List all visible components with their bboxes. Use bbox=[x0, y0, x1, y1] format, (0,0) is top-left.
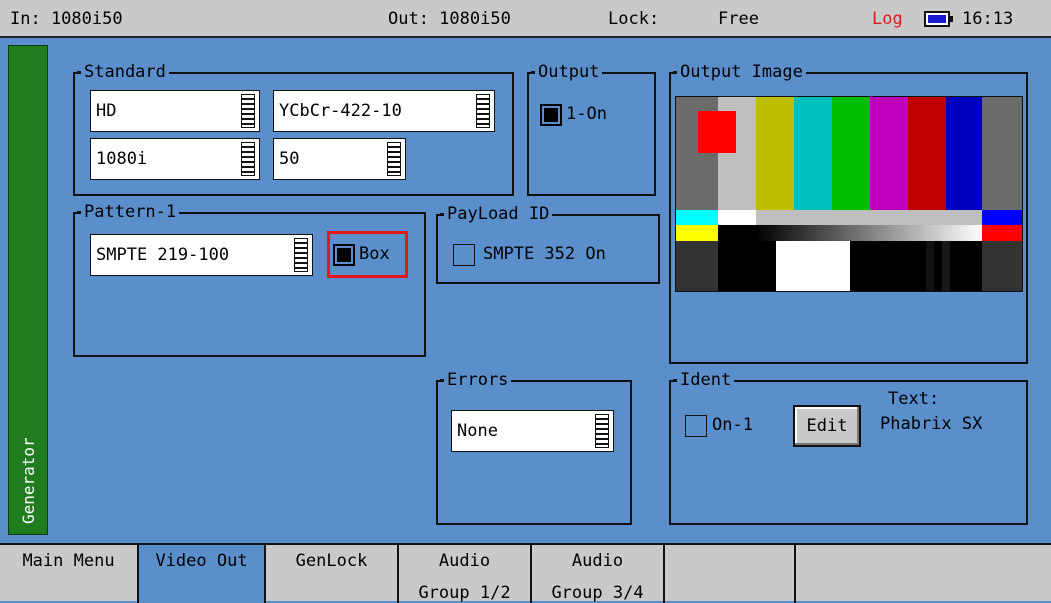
input-format: In: 1080i50 bbox=[10, 9, 123, 29]
errors-title: Errors bbox=[439, 370, 512, 390]
dropdown-grip-icon bbox=[476, 94, 490, 128]
dropdown-grip-icon bbox=[294, 238, 308, 272]
dropdown-grip-icon bbox=[387, 142, 401, 176]
output-format: Out: 1080i50 bbox=[388, 9, 511, 29]
output-group: Output bbox=[527, 62, 656, 196]
tab-audio-group-1-2[interactable]: Audio Group 1/2 bbox=[399, 545, 532, 603]
output-image-title: Output Image bbox=[673, 62, 806, 82]
pattern-title: Pattern-1 bbox=[76, 202, 180, 222]
color-space-select[interactable]: YCbCr-422-10 bbox=[273, 90, 495, 132]
tab-label: Video Out bbox=[155, 551, 248, 571]
battery-icon bbox=[924, 11, 954, 27]
standard-format-value: HD bbox=[96, 101, 117, 121]
color-bars-pattern bbox=[676, 97, 1022, 291]
scan-select[interactable]: 1080i bbox=[90, 138, 260, 180]
tab-label: GenLock bbox=[295, 551, 368, 571]
smpte-352-label: SMPTE 352 On bbox=[483, 244, 606, 264]
box-label: Box bbox=[359, 244, 390, 264]
dropdown-grip-icon bbox=[241, 94, 255, 128]
payload-id-title: PayLoad ID bbox=[439, 204, 553, 224]
clock: 16:13 bbox=[962, 9, 1014, 29]
tab-main-menu[interactable]: Main Menu bbox=[0, 545, 139, 603]
dropdown-grip-icon bbox=[595, 414, 609, 448]
frame-rate-select[interactable]: 50 bbox=[273, 138, 406, 180]
log-indicator[interactable]: Log bbox=[872, 9, 903, 29]
output-enable-label: 1-On bbox=[566, 104, 607, 124]
tab-video-out[interactable]: Video Out bbox=[139, 545, 266, 603]
errors-group: Errors bbox=[436, 370, 632, 525]
standard-title: Standard bbox=[77, 62, 169, 82]
lock-value: Free bbox=[718, 9, 759, 29]
standard-format-select[interactable]: HD bbox=[90, 90, 260, 132]
output-image-preview bbox=[675, 96, 1023, 292]
bottom-tab-bar: Main Menu Video Out GenLock Audio Group … bbox=[0, 543, 1051, 603]
tab-audio-group-3-4[interactable]: Audio Group 3/4 bbox=[532, 545, 665, 603]
dropdown-grip-icon bbox=[241, 142, 255, 176]
status-bar: In: 1080i50 Out: 1080i50 Lock: Free Log … bbox=[0, 0, 1051, 38]
box-checkbox[interactable] bbox=[333, 244, 355, 266]
tab-genlock[interactable]: GenLock bbox=[266, 545, 399, 603]
tab-sublabel: Group 3/4 bbox=[551, 583, 644, 603]
pattern-select[interactable]: SMPTE 219-100 bbox=[90, 234, 313, 276]
output-enable-checkbox[interactable] bbox=[540, 104, 562, 126]
output-title: Output bbox=[530, 62, 603, 82]
tab-label: Main Menu bbox=[22, 551, 115, 571]
scan-value: 1080i bbox=[96, 149, 148, 169]
frame-rate-value: 50 bbox=[279, 149, 300, 169]
ident-title: Ident bbox=[672, 370, 735, 390]
tab-empty-1[interactable] bbox=[665, 545, 796, 603]
smpte-352-checkbox[interactable] bbox=[453, 244, 475, 266]
tab-label: Audio bbox=[438, 551, 491, 571]
tab-label: Audio bbox=[571, 551, 624, 571]
errors-value: None bbox=[457, 421, 498, 441]
pattern-value: SMPTE 219-100 bbox=[96, 245, 230, 265]
ident-edit-button[interactable]: Edit bbox=[793, 405, 861, 447]
errors-select[interactable]: None bbox=[451, 410, 614, 452]
generator-label: Generator bbox=[19, 437, 38, 524]
tab-empty-2[interactable] bbox=[796, 545, 1051, 603]
ident-text-label: Text: bbox=[888, 389, 940, 409]
tab-sublabel: Group 1/2 bbox=[418, 583, 511, 603]
ident-text-value: Phabrix SX bbox=[880, 414, 983, 434]
ident-checkbox-label: On-1 bbox=[712, 415, 753, 435]
ident-checkbox[interactable] bbox=[685, 415, 707, 437]
ident-group: Ident bbox=[669, 370, 1028, 525]
generator-side-tab[interactable]: Generator bbox=[8, 45, 48, 535]
lock-label: Lock: bbox=[608, 9, 660, 29]
color-space-value: YCbCr-422-10 bbox=[279, 101, 402, 121]
